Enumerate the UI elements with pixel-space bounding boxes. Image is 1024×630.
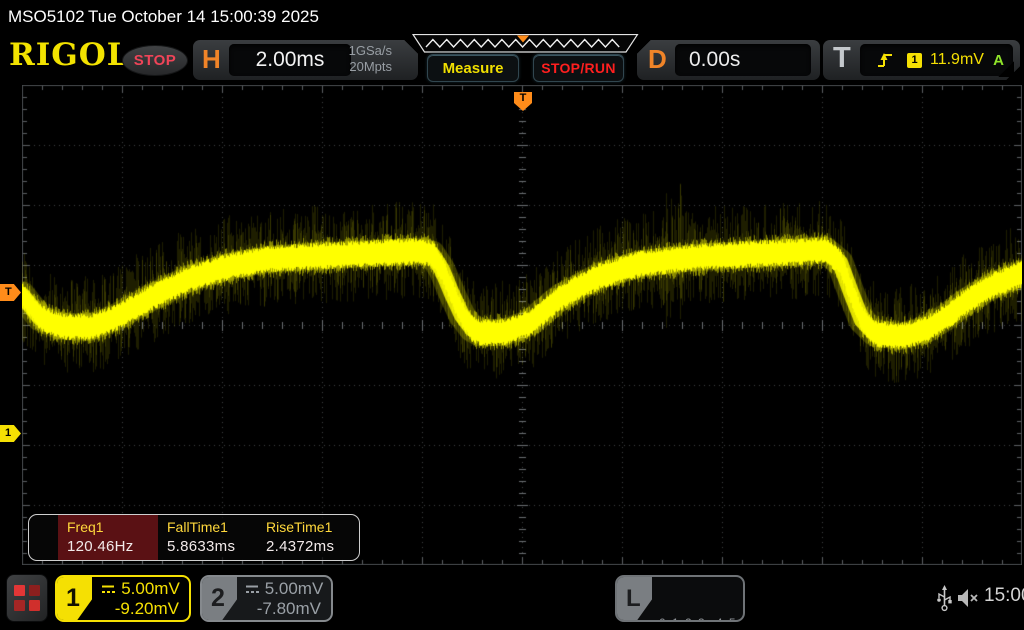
- trigger-panel[interactable]: T 1 11.9mV A: [823, 40, 1020, 80]
- measurement-item-risetime1[interactable]: RiseTime1 2.4372ms: [257, 515, 356, 560]
- channel2-offset: -7.80mV: [240, 599, 327, 619]
- model-name: MSO5102: [8, 7, 85, 27]
- horizontal-panel[interactable]: H 2.00ms 1GSa/s 20Mpts: [193, 40, 418, 80]
- channel1-tab: 1: [57, 577, 92, 620]
- bottom-bar: 1 5.00mV -9.20mV 2: [0, 570, 1024, 630]
- dc-coupling-icon: [244, 584, 260, 595]
- measure-button-label: Measure: [443, 60, 504, 77]
- channel2-number: 2: [211, 584, 225, 613]
- acquisition-info: 1GSa/s 20Mpts: [349, 43, 392, 75]
- menu-grid-icon: [14, 585, 40, 611]
- trigger-source-badge: 1: [907, 53, 922, 68]
- waveform-display[interactable]: [22, 85, 1022, 565]
- delay-panel[interactable]: D 0.00s: [637, 40, 820, 80]
- measurement-item-freq1[interactable]: Freq1 120.46Hz: [58, 515, 158, 560]
- horizontal-label: H: [202, 44, 221, 75]
- memory-depth: 20Mpts: [349, 59, 392, 75]
- trigger-level-value: 11.9mV: [930, 51, 984, 69]
- digital-label: L: [626, 585, 641, 613]
- digital-channels-badge[interactable]: L 0 1 2 3 4 5 6 7 8 9 1011 12131415: [615, 575, 745, 622]
- measurement-item-falltime1[interactable]: FallTime1 5.8633ms: [158, 515, 257, 560]
- measurement-gutter: [29, 515, 58, 560]
- digital-row1: 0 1 2 3 4 5 6 7: [659, 615, 743, 620]
- trigger-display: 1 11.9mV A: [860, 44, 1013, 76]
- channel1-scale: 5.00mV: [121, 579, 180, 599]
- speaker-muted-icon[interactable]: [956, 587, 981, 609]
- channel2-scale: 5.00mV: [265, 579, 324, 599]
- digital-tab: L: [617, 577, 652, 620]
- run-state-badge: STOP: [122, 45, 188, 76]
- rising-edge-trigger-icon: [876, 51, 894, 69]
- delay-value: 0.00s: [675, 48, 740, 72]
- channel1-badge[interactable]: 1 5.00mV -9.20mV: [55, 575, 191, 622]
- sample-rate: 1GSa/s: [349, 43, 392, 59]
- trigger-label: T: [833, 42, 851, 75]
- measurement-label: FallTime1: [167, 519, 257, 535]
- delay-label: D: [648, 44, 667, 75]
- channel1-offset: -9.20mV: [95, 599, 185, 619]
- measurement-value: 5.8633ms: [167, 538, 257, 555]
- measurement-label: Freq1: [67, 519, 158, 535]
- measurement-label: RiseTime1: [266, 519, 356, 535]
- channel2-badge[interactable]: 2 5.00mV -7.80mV: [200, 575, 333, 622]
- stop-run-button[interactable]: STOP/RUN: [533, 54, 624, 82]
- stop-run-button-label: STOP/RUN: [541, 60, 616, 76]
- waveform-memory-strip[interactable]: [407, 34, 639, 53]
- menu-button[interactable]: [6, 574, 48, 622]
- channel1-number: 1: [66, 584, 80, 613]
- measurement-panel: Freq1 120.46Hz FallTime1 5.8633ms RiseTi…: [28, 514, 360, 561]
- top-info-bar: MSO5102 Tue October 14 15:00:39 2025: [0, 0, 1024, 32]
- rigol-logo: RIGOL: [9, 37, 130, 73]
- graticule-area: T: [22, 85, 1022, 565]
- trigger-sweep-mode: A: [993, 52, 1004, 69]
- delay-display: 0.00s: [675, 44, 811, 76]
- measurement-value: 120.46Hz: [67, 538, 158, 555]
- dc-coupling-icon: [100, 584, 116, 595]
- usb-icon: [936, 585, 953, 612]
- measure-button[interactable]: Measure: [427, 54, 519, 82]
- timebase-display: 2.00ms: [229, 44, 351, 76]
- measurement-value: 2.4372ms: [266, 538, 356, 555]
- header-bar: RIGOL STOP H 2.00ms 1GSa/s 20Mpts Measur…: [0, 32, 1024, 84]
- trigger-level-marker[interactable]: T: [0, 284, 21, 301]
- datetime-text: Tue October 14 15:00:39 2025: [88, 7, 319, 27]
- timebase-value: 2.00ms: [256, 48, 325, 72]
- channel2-tab: 2: [202, 577, 237, 620]
- ch1-ground-marker[interactable]: 1: [0, 425, 21, 442]
- clock-text: 15:00: [984, 585, 1024, 607]
